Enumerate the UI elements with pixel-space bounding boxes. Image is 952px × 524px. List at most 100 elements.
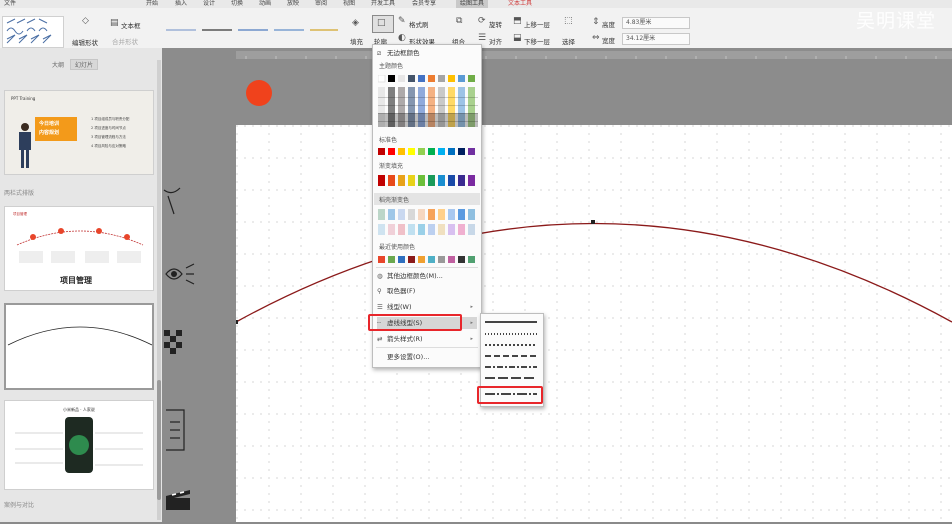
- menu-drawing-tools[interactable]: 绘图工具: [456, 0, 489, 8]
- menu-home[interactable]: 开始: [146, 0, 158, 8]
- no-outline-label: 无边框颜色: [387, 49, 420, 57]
- no-color-icon: ⧄: [377, 49, 382, 57]
- thumb2-header: 项目管理: [13, 212, 27, 216]
- eyedropper-item[interactable]: ⚲ 取色器(F): [377, 285, 477, 297]
- menu-insert[interactable]: 插入: [175, 0, 187, 8]
- no-outline-item[interactable]: ⧄ 无边框颜色: [377, 47, 477, 59]
- bring-forward-icon: ⬒: [513, 16, 522, 26]
- group-icon: ⧉: [456, 16, 463, 26]
- slide-thumbnail-panel: 大纲 幻灯片 PPT Training 今日培训 内容规划 1 项目组成员与职责…: [0, 48, 162, 522]
- record-dot-icon: [246, 80, 272, 106]
- long-dash-dot-highlight: [477, 386, 543, 404]
- slide-canvas[interactable]: [234, 125, 952, 522]
- panel-scrollbar-thumb[interactable]: [157, 380, 161, 500]
- rotate-button[interactable]: 旋转: [489, 19, 502, 29]
- recent-colors-label: 最近使用颜色: [379, 244, 416, 251]
- standard-color-row[interactable]: [378, 148, 478, 156]
- menu-design[interactable]: 设计: [203, 0, 215, 8]
- recommended-gradient-grid[interactable]: [378, 209, 478, 237]
- menu-slideshow[interactable]: 放映: [287, 0, 299, 8]
- thumb4-title: 小米新品 · 人家说: [63, 407, 95, 412]
- eyedropper-icon: ⚲: [377, 287, 382, 295]
- submenu-arrow-icon: ▸: [470, 320, 473, 326]
- height-label: 高度: [602, 21, 615, 29]
- select-button[interactable]: 选择: [562, 36, 575, 46]
- slide-drawing: [234, 125, 952, 522]
- thumb1-banner-line1: 今日培训: [39, 121, 60, 127]
- menu-review[interactable]: 审阅: [315, 0, 327, 8]
- menu-view[interactable]: 视图: [343, 0, 355, 8]
- merge-shapes-button[interactable]: 合并形状: [112, 36, 138, 46]
- more-settings-label: 更多设置(O)...: [387, 353, 430, 361]
- section-label-1[interactable]: 两栏式排版: [4, 188, 34, 197]
- format-painter-icon: ✎: [398, 16, 406, 26]
- send-backward-icon: ⬓: [513, 33, 522, 43]
- send-backward-button[interactable]: 下移一层: [524, 36, 550, 46]
- recommended-gradient-label: 稻壳渐变色: [379, 197, 410, 204]
- thumb1-banner: 今日培训 内容规划: [35, 117, 77, 141]
- line-weight-item[interactable]: ☰ 线型(W) ▸: [377, 301, 477, 313]
- menu-animation[interactable]: 动画: [259, 0, 271, 8]
- arrow-style-item[interactable]: ⇄ 箭头样式(R) ▸: [377, 333, 477, 345]
- menu-separator: [376, 347, 478, 348]
- line-style-preview-icon: [166, 29, 338, 31]
- thumb2-title: 项目管理: [60, 276, 92, 285]
- tab-outline[interactable]: 大纲: [52, 60, 64, 69]
- shape-style-gallery[interactable]: [162, 22, 342, 38]
- more-colors-item[interactable]: ◍ 其他边框颜色(M)...: [377, 270, 477, 282]
- arc-handle-left[interactable]: [234, 320, 238, 324]
- menu-developer[interactable]: 开发工具: [371, 0, 395, 8]
- more-colors-label: 其他边框颜色(M)...: [387, 272, 443, 280]
- menu-bar: 文件 开始 插入 设计 切换 动画 放映 审阅 视图 开发工具 会员专享 绘图工…: [0, 0, 952, 8]
- menu-text-tools[interactable]: 文本工具: [508, 0, 532, 8]
- height-icon: ⇕: [592, 17, 600, 27]
- submenu-arrow-icon: ▸: [470, 304, 473, 310]
- line-weight-icon: ☰: [377, 303, 383, 311]
- line-weight-label: 线型(W): [387, 303, 412, 311]
- thumb1-header: PPT Training: [11, 96, 36, 101]
- gradient-fill-label: 渐变填充: [379, 163, 404, 170]
- section-label-2[interactable]: 案例与对比: [4, 500, 34, 509]
- slide-thumbnail-2[interactable]: 项目管理 项目管理: [4, 206, 154, 291]
- menu-member[interactable]: 会员专享: [412, 0, 436, 8]
- horizontal-ruler: [236, 51, 952, 59]
- businessman-figure-icon: [19, 123, 31, 168]
- slide-thumbnail-1[interactable]: PPT Training 今日培训 内容规划 1 项目组成员与职责分配 2 项目…: [4, 90, 154, 175]
- recent-color-row[interactable]: [378, 256, 478, 264]
- align-icon: ☰: [478, 33, 487, 43]
- shape-gallery[interactable]: [2, 16, 64, 48]
- submenu-arrow-icon: ▸: [470, 336, 473, 342]
- width-input[interactable]: 34.12厘米: [622, 33, 690, 45]
- phone-diagram-icon: [15, 417, 143, 473]
- theme-color-grid[interactable]: [378, 75, 478, 133]
- fill-button[interactable]: 填充: [350, 36, 363, 46]
- outline-icon: □: [377, 18, 386, 28]
- textbox-button[interactable]: 文本框: [121, 20, 141, 30]
- slide-thumbnail-3-selected[interactable]: [4, 303, 154, 390]
- thumb1-item: 2 项目进度与时间节点: [91, 126, 126, 130]
- menu-file[interactable]: 文件: [4, 0, 16, 8]
- fill-icon[interactable]: ◈: [352, 18, 359, 28]
- thumb1-item-list: 1 项目组成员与职责分配 2 项目进度与时间节点 3 项目管理流程与方法 4 项…: [91, 115, 129, 151]
- menu-transition[interactable]: 切换: [231, 0, 243, 8]
- edit-shape-label[interactable]: 编辑形状: [72, 37, 98, 47]
- height-input[interactable]: 4.83厘米: [622, 17, 690, 29]
- bring-forward-button[interactable]: 上移一层: [524, 19, 550, 29]
- outline-button-frame[interactable]: □: [372, 15, 394, 33]
- thumb1-item: 4 项目风险与应对策略: [91, 144, 126, 148]
- ruler-ticks-icon: [245, 56, 937, 59]
- more-settings-item[interactable]: 更多设置(O)...: [377, 351, 477, 363]
- gradient-color-row[interactable]: [378, 175, 478, 187]
- arc-handle-top[interactable]: [591, 220, 595, 224]
- format-painter-button[interactable]: 格式刷: [409, 19, 429, 29]
- slide-thumbnail-4[interactable]: 小米新品 · 人家说: [4, 400, 154, 490]
- align-button[interactable]: 对齐: [489, 36, 502, 46]
- thumb3-arc-icon: [7, 326, 152, 346]
- tab-slides[interactable]: 幻灯片: [70, 59, 99, 70]
- edit-shape-icon[interactable]: ◇: [82, 16, 89, 26]
- eye-icon: [165, 263, 195, 285]
- palette-icon: ◍: [377, 272, 383, 280]
- shape-gallery-icon: [6, 18, 52, 44]
- rotate-icon: ⟳: [478, 16, 486, 26]
- recommended-gradient-header: 稻壳渐变色: [374, 193, 480, 205]
